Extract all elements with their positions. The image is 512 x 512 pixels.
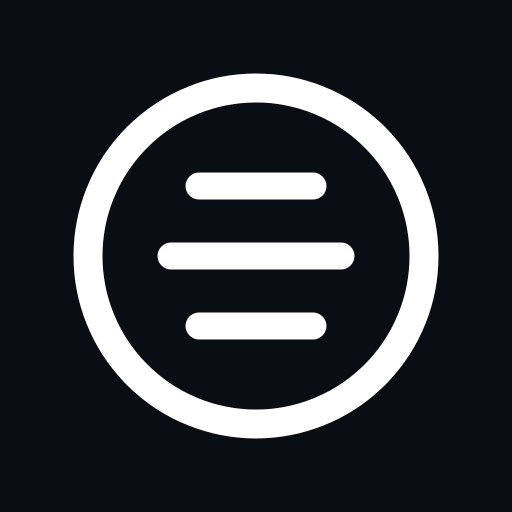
- app-icon-tile: [0, 0, 512, 512]
- circled-menu-icon[interactable]: [0, 0, 512, 512]
